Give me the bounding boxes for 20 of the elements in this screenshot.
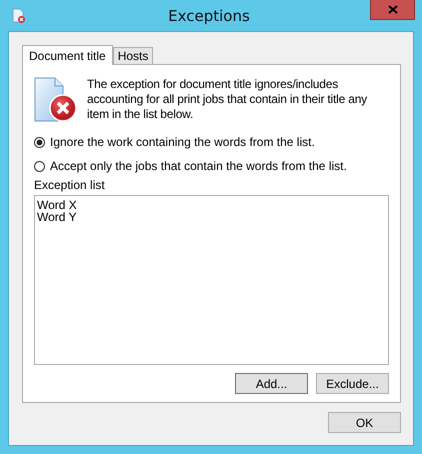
radio-option[interactable]: Ignore the work containing the words from the list. <box>34 135 389 149</box>
description-text: The exception for document title ignores/includes accounting for all print jobs that contain in their title any item in the list below. <box>87 77 368 123</box>
radio-button[interactable] <box>34 136 45 148</box>
radio-option[interactable]: Accept only the jobs that contain the words from the list. <box>34 159 389 173</box>
close-icon <box>388 5 398 14</box>
close-button[interactable] <box>370 0 415 20</box>
tab[interactable]: Document title <box>22 45 113 65</box>
window-title: Exceptions <box>167 6 251 24</box>
tab[interactable]: Hosts <box>112 47 154 64</box>
radio-label: Accept only the jobs that contain the words from the list. <box>50 159 347 173</box>
list-item[interactable]: Word Y <box>37 211 386 223</box>
list-item[interactable]: Word X <box>37 199 386 211</box>
list-label: Exception list <box>34 178 106 192</box>
list-action-button[interactable]: Add... <box>235 373 308 394</box>
list-action-button[interactable]: Exclude... <box>316 373 389 394</box>
ok-button[interactable]: OK <box>328 412 401 433</box>
radio-label: Ignore the work containing the words from the list. <box>50 135 315 149</box>
radio-button[interactable] <box>34 160 45 172</box>
document-error-icon <box>34 77 78 123</box>
document-error-icon <box>12 8 26 24</box>
